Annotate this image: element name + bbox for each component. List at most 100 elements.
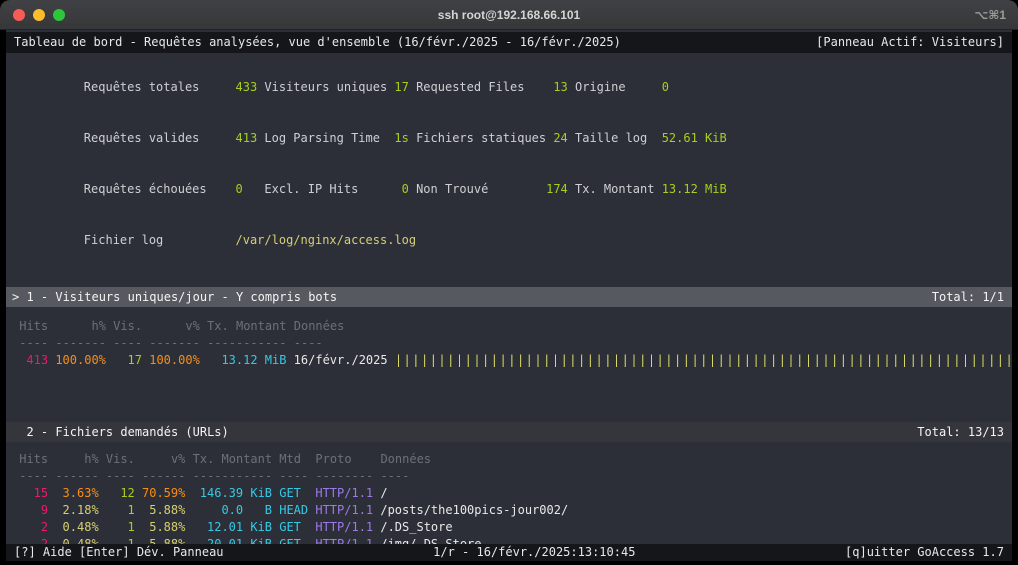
value-valid-requests: 413 xyxy=(236,130,265,147)
panel2-column-dashes: ---- ------ ---- ------ ----------- ----… xyxy=(6,468,1012,485)
panel1-column-dashes: ---- ------- ---- ------- ----------- --… xyxy=(6,335,1012,352)
label-valid-requests: Requêtes valides xyxy=(84,130,236,147)
terminal-window: ssh root@192.168.66.101 ⌥⌘1 Tableau de b… xyxy=(0,0,1018,565)
tx-amount: 0.0 xyxy=(193,502,244,519)
http-method: GET xyxy=(279,519,308,536)
goaccess-footer-bar: [?] Aide [Enter] Dév. Panneau 1/r - 16/f… xyxy=(6,544,1012,561)
window-title: ssh root@192.168.66.101 xyxy=(0,8,1018,22)
hits-value: 2 xyxy=(19,536,48,544)
panel1-header-bar[interactable]: > 1 - Visiteurs uniques/jour - Y compris… xyxy=(6,287,1012,307)
value-referrers: 0 xyxy=(662,79,669,96)
hits-value: 413 xyxy=(19,352,48,369)
url-value: / xyxy=(380,485,387,502)
label-requested-files: Requested Files xyxy=(416,79,546,96)
label-referrers: Origine xyxy=(575,79,654,96)
tx-amount: 12.01 xyxy=(193,519,244,536)
http-protocol: HTTP/1.1 xyxy=(315,485,373,502)
summary-block: Requêtes totales433Visiteurs uniques17 Re… xyxy=(6,62,1012,266)
title-bar[interactable]: ssh root@192.168.66.101 ⌥⌘1 xyxy=(0,0,1018,30)
footer-quit-hint: [q]uitter GoAccess 1.7 xyxy=(845,544,1004,561)
http-protocol: HTTP/1.1 xyxy=(315,519,373,536)
summary-row-2: Requêtes valides413Log Parsing Time1s Fic… xyxy=(6,113,1012,164)
visitors-percent: 100.00% xyxy=(149,352,200,369)
visitors-percent: 5.88% xyxy=(142,519,185,536)
hits-percent: 3.63% xyxy=(55,485,98,502)
visitors-percent: 5.88% xyxy=(142,536,185,544)
value-static-files: 24 xyxy=(546,130,568,147)
hits-percent: 0.48% xyxy=(55,519,98,536)
label-tx-amount: Tx. Montant xyxy=(575,181,654,198)
tx-amount: 20.01 xyxy=(193,536,244,544)
panel2-body: Hits h% Vis. v% Tx. Montant Mtd Proto Do… xyxy=(6,442,1012,544)
tx-unit: MiB xyxy=(265,352,287,369)
footer-help-hint: [?] Aide [Enter] Dév. Panneau xyxy=(14,544,224,561)
panel2-header-bar[interactable]: 2 - Fichiers demandés (URLs) Total: 13/1… xyxy=(6,422,1012,442)
label-excluded-ip-hits: Excl. IP Hits xyxy=(264,181,394,198)
table-row[interactable]: 92.18%15.88%0.0BHEADHTTP/1.1/posts/the10… xyxy=(6,502,1012,519)
visitors-percent: 5.88% xyxy=(142,502,185,519)
summary-row-3: Requêtes échouées0Excl. IP Hits0Non Trou… xyxy=(6,164,1012,215)
panel2-column-headers: Hits h% Vis. v% Tx. Montant Mtd Proto Do… xyxy=(6,451,1012,468)
table-row[interactable]: 153.63%1270.59%146.39KiBGETHTTP/1.1/ xyxy=(6,485,1012,502)
panel1-column-headers: Hits h% Vis. v% Tx. Montant Données xyxy=(6,318,1012,335)
visitors-value: 1 xyxy=(106,519,135,536)
value-log-parsing-time: 1s xyxy=(394,130,408,147)
label-total-requests: Requêtes totales xyxy=(84,79,236,96)
panel1-body: Hits h% Vis. v% Tx. Montant Données ----… xyxy=(6,307,1012,422)
url-value: /.DS_Store xyxy=(380,519,452,536)
value-log-size: 52.61 KiB xyxy=(662,130,727,147)
http-protocol: HTTP/1.1 xyxy=(315,502,373,519)
value-total-requests: 433 xyxy=(236,79,265,96)
http-method: GET xyxy=(279,536,308,544)
summary-row-4: Fichier log/var/log/nginx/access.log xyxy=(6,215,1012,266)
visitors-value: 1 xyxy=(106,536,135,544)
value-not-found: 174 xyxy=(546,181,568,198)
label-static-files: Fichiers statiques xyxy=(416,130,546,147)
http-method: HEAD xyxy=(279,502,308,519)
tx-unit: KiB xyxy=(250,485,272,502)
value-tx-amount: 13.12 MiB xyxy=(662,181,727,198)
tx-amount: 13.12 xyxy=(207,352,258,369)
footer-status: 1/r - 16/févr./2025:13:10:45 xyxy=(433,544,635,561)
label-not-found: Non Trouvé xyxy=(416,181,546,198)
value-log-file-path: /var/log/nginx/access.log xyxy=(236,232,417,249)
terminal-screen[interactable]: Tableau de bord - Requêtes analysées, vu… xyxy=(6,30,1012,561)
label-failed-requests: Requêtes échouées xyxy=(84,181,236,198)
panel1-total: Total: 1/1 xyxy=(932,287,1004,307)
panel2-title: 2 - Fichiers demandés (URLs) xyxy=(12,422,229,442)
value-failed-requests: 0 xyxy=(236,181,265,198)
value-unique-visitors: 17 xyxy=(394,79,408,96)
label-log-file: Fichier log xyxy=(84,232,236,249)
panel1-title: > 1 - Visiteurs uniques/jour - Y compris… xyxy=(12,287,337,307)
url-value: /img/.DS_Store xyxy=(380,536,481,544)
value-excluded-ip-hits: 0 xyxy=(394,181,408,198)
value-requested-files: 13 xyxy=(546,79,568,96)
sparkline-bars: ||||||||||||||||||||||||||||||||||||||||… xyxy=(395,352,1012,369)
panel1-data-row[interactable]: 413 100.00% 17 100.00% 13.12 MiB 16/févr./2025… xyxy=(6,352,1012,369)
active-panel-label: [Panneau Actif: Visiteurs] xyxy=(816,32,1004,53)
http-method: GET xyxy=(279,485,308,502)
tx-amount: 146.39 xyxy=(193,485,244,502)
hits-value: 15 xyxy=(19,485,48,502)
table-row[interactable]: 2 0.48% 1 5.88% 20.01 KiB GET HTTP/1.1/img/.DS_… xyxy=(6,536,1012,544)
visitors-value: 1 xyxy=(106,502,135,519)
label-log-parsing-time: Log Parsing Time xyxy=(264,130,394,147)
hits-percent: 0.48% xyxy=(55,536,98,544)
hits-value: 2 xyxy=(19,519,48,536)
date-value: 16/févr./2025 xyxy=(294,352,388,369)
tx-unit: B xyxy=(250,502,272,519)
hits-percent: 100.00% xyxy=(55,352,106,369)
goaccess-header-bar: Tableau de bord - Requêtes analysées, vu… xyxy=(6,32,1012,53)
url-value: /posts/the100pics-jour002/ xyxy=(380,502,568,519)
visitors-percent: 70.59% xyxy=(142,485,185,502)
table-row[interactable]: 2 0.48% 1 5.88% 12.01 KiB GET HTTP/1.1 /.DS_Stor… xyxy=(6,519,1012,536)
http-protocol: HTTP/1.1 xyxy=(315,536,373,544)
tx-unit: KiB xyxy=(250,536,272,544)
tx-unit: KiB xyxy=(250,519,272,536)
visitors-value: 17 xyxy=(113,352,142,369)
label-log-size: Taille log xyxy=(575,130,654,147)
tab-shortcut-label: ⌥⌘1 xyxy=(974,8,1006,22)
hits-value: 9 xyxy=(19,502,48,519)
label-unique-visitors: Visiteurs uniques xyxy=(264,79,394,96)
summary-row-1: Requêtes totales433Visiteurs uniques17 Re… xyxy=(6,62,1012,113)
